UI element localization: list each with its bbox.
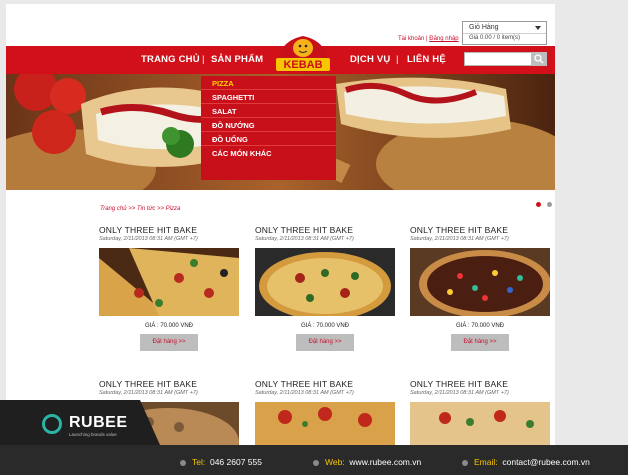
product-price: GIÁ : 70.000 VNĐ <box>144 323 194 329</box>
cart-header[interactable]: Giỏ Hàng <box>463 22 546 34</box>
product-title[interactable]: ONLY THREE HIT BAKE <box>410 379 550 389</box>
email-value[interactable]: contact@rubee.com.vn <box>502 457 590 467</box>
product-card: ONLY THREE HIT BAKE Saturday, 2/11/2013 … <box>99 225 239 351</box>
chocolate-candy-pizza-photo <box>410 248 550 316</box>
bullet-icon <box>462 459 468 466</box>
product-date: Saturday, 2/11/2013 08:31 AM (GMT +7) <box>410 236 509 242</box>
footer-tel: Tel: 046 2607 555 <box>180 457 262 467</box>
cart-items: / 0 item(s) <box>493 35 521 41</box>
menu-item-pizza[interactable]: PIZZA <box>201 76 336 90</box>
email-label: Email: <box>474 457 498 467</box>
account-separator: | <box>426 36 428 42</box>
cart-widget[interactable]: Giỏ Hàng Giá 0.00 / 0 item(s) <box>462 21 547 45</box>
tel-value[interactable]: 046 2607 555 <box>210 457 262 467</box>
slider-dot-active[interactable] <box>536 202 541 207</box>
product-title[interactable]: ONLY THREE HIT BAKE <box>255 379 395 389</box>
footer-web: Web: www.rubee.com.vn <box>313 457 421 467</box>
product-image[interactable] <box>255 248 395 316</box>
contact-footer: Tel: 046 2607 555 Web: www.rubee.com.vn … <box>0 445 628 475</box>
web-label: Web: <box>325 457 345 467</box>
bullet-icon <box>180 459 186 466</box>
rubee-logo-icon <box>42 414 62 434</box>
menu-item-spaghetti[interactable]: SPAGHETTI <box>201 90 336 104</box>
chevron-down-icon[interactable] <box>535 26 541 30</box>
cart-title: Giỏ Hàng <box>469 24 499 31</box>
product-date: Saturday, 2/11/2013 08:31 AM (GMT +7) <box>410 390 509 396</box>
nav-products[interactable]: SẢN PHẨM <box>211 54 263 65</box>
menu-item-salat[interactable]: SALAT <box>201 104 336 118</box>
breadcrumb[interactable]: Trang chủ >> Tin tức >> Pizza <box>100 206 180 212</box>
footer-email: Email: contact@rubee.com.vn <box>462 457 590 467</box>
tel-label: Tel: <box>192 457 206 467</box>
nav-separator: | <box>396 54 399 65</box>
product-price: GIÁ : 70.000 VNĐ <box>300 323 350 329</box>
product-card: ONLY THREE HIT BAKE Saturday, 2/11/2013 … <box>410 225 550 351</box>
logo-icon: KEBAB <box>276 36 330 72</box>
product-image[interactable] <box>410 248 550 316</box>
menu-item-drinks[interactable]: ĐỒ UỐNG <box>201 132 336 146</box>
order-button[interactable]: Đặt hàng >> <box>451 334 509 351</box>
order-button[interactable]: Đặt hàng >> <box>140 334 198 351</box>
product-price: GIÁ : 70.000 VNĐ <box>455 323 505 329</box>
slider-dots <box>536 194 554 212</box>
rubee-tagline: Launching brands value <box>69 432 117 437</box>
product-title[interactable]: ONLY THREE HIT BAKE <box>99 379 239 389</box>
cart-total: Giá 0.00 <box>469 35 492 41</box>
nav-contact[interactable]: LIÊN HỆ <box>407 54 446 65</box>
nav-separator: | <box>202 54 205 65</box>
logo-text: KEBAB <box>283 59 322 71</box>
product-image[interactable] <box>99 248 239 316</box>
product-date: Saturday, 2/11/2013 08:31 AM (GMT +7) <box>99 236 198 242</box>
search-button[interactable] <box>531 52 547 66</box>
rubee-watermark: RUBEE Launching brands value <box>0 400 160 445</box>
product-date: Saturday, 2/11/2013 08:31 AM (GMT +7) <box>255 236 354 242</box>
search-input[interactable] <box>464 52 547 66</box>
product-date: Saturday, 2/11/2013 08:31 AM (GMT +7) <box>99 390 198 396</box>
account-link[interactable]: Tài khoản <box>398 36 424 42</box>
screenshot-frame: Tài khoản | Đăng nhập Giỏ Hàng Giá 0.00 … <box>0 0 628 475</box>
rubee-brand-name: RUBEE <box>69 414 128 431</box>
product-card: ONLY THREE HIT BAKE Saturday, 2/11/2013 … <box>255 225 395 351</box>
product-title[interactable]: ONLY THREE HIT BAKE <box>410 225 550 235</box>
order-button[interactable]: Đặt hàng >> <box>296 334 354 351</box>
account-links: Tài khoản | Đăng nhập <box>398 36 459 42</box>
kebab-logo[interactable]: KEBAB <box>272 32 334 80</box>
products-dropdown-menu: PIZZA SPAGHETTI SALAT ĐỒ NƯỚNG ĐỒ UỐNG C… <box>201 76 336 180</box>
search-icon <box>534 54 544 64</box>
slider-dot[interactable] <box>547 202 553 207</box>
nav-services[interactable]: DỊCH VỤ <box>350 54 390 65</box>
cart-summary: Giá 0.00 / 0 item(s) <box>463 34 546 42</box>
menu-item-grill[interactable]: ĐỒ NƯỚNG <box>201 118 336 132</box>
pizza-slices-photo <box>99 248 239 316</box>
nav-home[interactable]: TRANG CHỦ <box>141 54 200 65</box>
bullet-icon <box>313 459 319 466</box>
whole-pizza-photo <box>255 248 395 316</box>
product-title[interactable]: ONLY THREE HIT BAKE <box>99 225 239 235</box>
login-link[interactable]: Đăng nhập <box>429 36 458 42</box>
product-date: Saturday, 2/11/2013 08:31 AM (GMT +7) <box>255 390 354 396</box>
product-title[interactable]: ONLY THREE HIT BAKE <box>255 225 395 235</box>
menu-item-others[interactable]: CÁC MÓN KHÁC <box>201 146 336 160</box>
web-value[interactable]: www.rubee.com.vn <box>349 457 421 467</box>
